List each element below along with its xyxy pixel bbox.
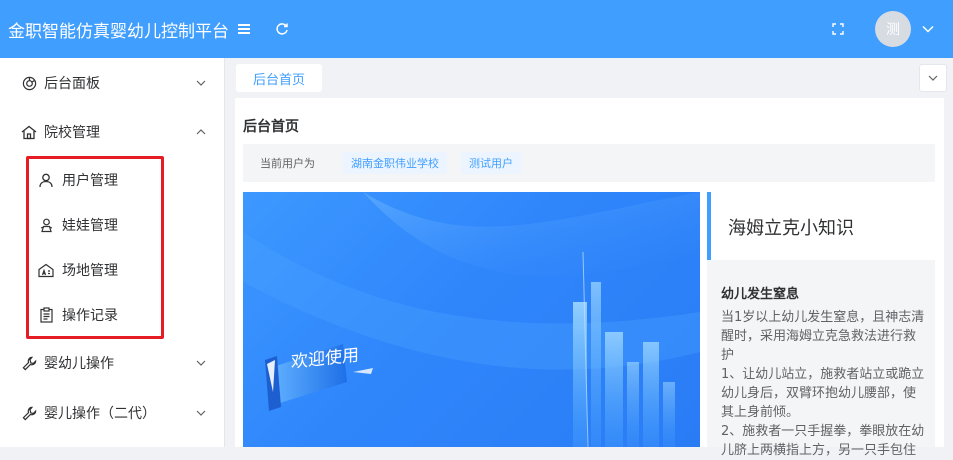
chevron-down-icon bbox=[196, 408, 206, 418]
knowledge-subtitle: 幼儿发生窒息 bbox=[721, 287, 800, 302]
wrench-icon bbox=[21, 355, 37, 371]
current-user-label: 当前用户为 bbox=[260, 157, 315, 170]
clipboard-icon bbox=[38, 307, 54, 323]
sidebar-item-label: 用户管理 bbox=[62, 173, 118, 189]
doll-icon bbox=[38, 217, 54, 233]
banner-decoration bbox=[243, 192, 700, 447]
sidebar-item-label: 操作记录 bbox=[62, 308, 118, 324]
knowledge-paragraph: 2、施救者一只手握拳，拳眼放在幼儿脐上两横指上方，另一只手包住 bbox=[721, 424, 925, 458]
wrench-icon bbox=[21, 405, 37, 421]
user-tag: 测试用户 bbox=[461, 152, 521, 174]
sidebar-item-operation-records[interactable]: 操作记录 bbox=[0, 293, 225, 337]
sidebar-item-label: 婴幼儿操作 bbox=[44, 356, 114, 372]
sidebar-item-label: 场地管理 bbox=[62, 263, 118, 279]
sidebar-item-infant-operation[interactable]: 婴幼儿操作 bbox=[0, 341, 225, 385]
knowledge-body: 当1岁以上幼儿发生窒息，且神志清醒时，采用海姆立克急救法进行救护 1、让幼儿站立… bbox=[721, 308, 926, 460]
sidebar-item-school-management[interactable]: 院校管理 bbox=[0, 110, 225, 154]
venue-icon bbox=[38, 262, 54, 278]
knowledge-card-header: 海姆立克小知识 bbox=[707, 192, 935, 260]
chevron-down-icon bbox=[196, 78, 206, 88]
dashboard-icon bbox=[21, 75, 37, 91]
heimlich-knowledge-card: 海姆立克小知识 幼儿发生窒息 当1岁以上幼儿发生窒息，且神志清醒时，采用海姆立克… bbox=[707, 192, 935, 458]
sidebar-item-doll-management[interactable]: 娃娃管理 bbox=[0, 203, 225, 247]
sidebar-item-label: 娃娃管理 bbox=[62, 218, 118, 234]
user-avatar[interactable]: 测 bbox=[875, 11, 911, 47]
sidebar-item-label: 后台面板 bbox=[44, 76, 100, 92]
user-menu-chevron-down-icon[interactable] bbox=[920, 21, 936, 37]
user-icon bbox=[38, 172, 54, 188]
refresh-icon[interactable] bbox=[274, 21, 290, 37]
page-title: 后台首页 bbox=[243, 119, 299, 135]
school-tag: 湖南金职伟业学校 bbox=[343, 152, 447, 174]
school-icon bbox=[21, 124, 37, 140]
chevron-down-icon bbox=[196, 358, 206, 368]
app-title: 金职智能仿真婴幼儿控制平台 bbox=[8, 22, 229, 42]
knowledge-paragraph: 1、让幼儿站立，施救者站立或跪立幼儿身后，双臂环抱幼儿腰部，使其上身前倾。 bbox=[721, 367, 925, 420]
knowledge-paragraph: 当1岁以上幼儿发生窒息，且神志清醒时，采用海姆立克急救法进行救护 bbox=[721, 310, 925, 363]
sidebar-item-dashboard[interactable]: 后台面板 bbox=[0, 61, 225, 105]
tab-home[interactable]: 后台首页 bbox=[236, 64, 322, 92]
main-panel: 后台首页 当前用户为 湖南金职伟业学校 测试用户 欢迎使用 海姆立克小知识 幼儿… bbox=[235, 98, 944, 458]
sidebar-item-venue-management[interactable]: 场地管理 bbox=[0, 248, 225, 292]
sidebar-item-infant-operation-v2[interactable]: 婴儿操作（二代） bbox=[0, 391, 225, 435]
sidebar-item-user-management[interactable]: 用户管理 bbox=[0, 158, 225, 202]
sidebar-item-label: 婴儿操作（二代） bbox=[44, 406, 156, 422]
fullscreen-icon[interactable] bbox=[830, 21, 846, 37]
chevron-up-icon bbox=[196, 127, 206, 137]
knowledge-card-title: 海姆立克小知识 bbox=[728, 218, 854, 239]
chevron-down-icon bbox=[928, 75, 938, 81]
tab-menu-button[interactable] bbox=[919, 64, 947, 92]
current-user-bar: 当前用户为 湖南金职伟业学校 测试用户 bbox=[243, 144, 935, 182]
welcome-banner: 欢迎使用 bbox=[243, 192, 700, 447]
tab-bar: 后台首页 bbox=[226, 58, 953, 96]
menu-toggle-icon[interactable] bbox=[236, 21, 252, 37]
top-header: 金职智能仿真婴幼儿控制平台 测 bbox=[0, 0, 953, 58]
sidebar-item-label: 院校管理 bbox=[44, 125, 100, 141]
sidebar: 后台面板 院校管理 用户管理 娃娃管理 场地管理 操作记录 婴幼儿操作 婴儿操作… bbox=[0, 58, 225, 447]
